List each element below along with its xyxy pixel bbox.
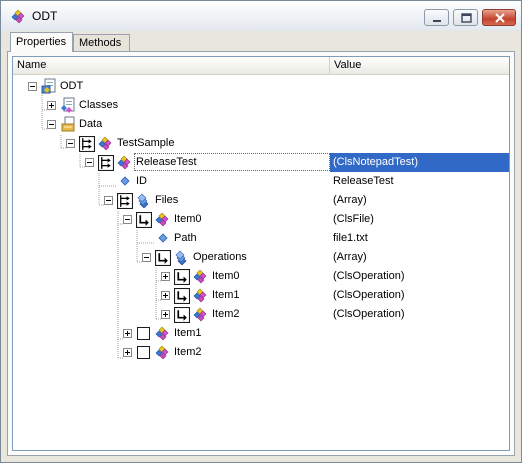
tree-node-label: Files (155, 194, 179, 206)
value-text[interactable]: file1.txt (333, 232, 368, 244)
expand-toggle[interactable] (47, 101, 56, 110)
maximize-button[interactable] (453, 9, 478, 26)
tree-node-label: Path (174, 232, 197, 244)
diamonds-icon (193, 288, 207, 303)
small-diamond-icon (158, 233, 168, 243)
tree-row-classes[interactable]: Classes (13, 96, 509, 115)
tree-node-label: Item0 (212, 270, 240, 282)
expand-toggle[interactable] (161, 272, 170, 281)
expand-toggle[interactable] (161, 291, 170, 300)
expand-toggle[interactable] (123, 348, 132, 357)
property-tree-grid[interactable]: Name Value ODT Classes Data TestSample R… (12, 56, 510, 451)
maximize-icon (461, 13, 472, 23)
tab-methods[interactable]: Methods (73, 34, 130, 51)
expand-toggle[interactable] (123, 329, 132, 338)
tree-node-label: ID (136, 175, 147, 187)
tree-row-path[interactable]: Path file1.txt (13, 229, 509, 248)
value-text[interactable]: (ClsOperation) (333, 270, 405, 282)
checkbox[interactable] (137, 327, 150, 340)
multi-arrow-box-icon[interactable] (98, 155, 114, 171)
stack-icon (137, 193, 149, 208)
arrow-box-icon[interactable] (174, 288, 190, 304)
tree-node-label: Item0 (174, 213, 202, 225)
data-folder-icon (61, 116, 75, 132)
tree-row-testsample[interactable]: TestSample (13, 134, 509, 153)
tree-node-label: Classes (79, 99, 119, 111)
tree-row-item0[interactable]: Item0 (ClsFile) (13, 210, 509, 229)
diamonds-icon (193, 269, 207, 284)
value-text[interactable]: (Array) (333, 251, 367, 263)
arrow-box-icon[interactable] (174, 269, 190, 285)
tree-row-files[interactable]: Files (Array) (13, 191, 509, 210)
diamonds-icon (155, 345, 169, 360)
tree-row-data[interactable]: Data (13, 115, 509, 134)
small-diamond-icon (120, 176, 130, 186)
collapse-toggle[interactable] (123, 215, 132, 224)
tree-row-operation-item1[interactable]: Item1 (ClsOperation) (13, 286, 509, 305)
close-button[interactable] (482, 9, 516, 26)
tree-row-operation-item2[interactable]: Item2 (ClsOperation) (13, 305, 509, 324)
multi-arrow-box-icon[interactable] (117, 193, 133, 209)
minimize-icon (433, 20, 441, 22)
odt-window: ODT Properties Methods Name Value ODT Cl… (0, 0, 522, 463)
window-title: ODT (32, 9, 58, 23)
tree-node-label: ReleaseTest (136, 156, 197, 168)
tree-node-label: TestSample (117, 137, 175, 149)
value-text[interactable]: ReleaseTest (333, 175, 394, 187)
tree-node-label: Item1 (212, 289, 240, 301)
tree-node-label: Item1 (174, 327, 202, 339)
multi-arrow-box-icon[interactable] (79, 136, 95, 152)
arrow-box-icon[interactable] (155, 250, 171, 266)
selected-value-cell[interactable]: (ClsNotepadTest) (330, 153, 509, 172)
value-text[interactable]: (ClsFile) (333, 213, 374, 225)
diamonds-icon (155, 212, 169, 227)
tree-node-label: Operations (193, 251, 247, 263)
tab-properties[interactable]: Properties (10, 32, 73, 52)
tree-row-operations[interactable]: Operations (Array) (13, 248, 509, 267)
tree-row-item2[interactable]: Item2 (13, 343, 509, 362)
value-text[interactable]: (ClsOperation) (333, 308, 405, 320)
properties-panel: Name Value ODT Classes Data TestSample R… (7, 51, 515, 456)
tree-node-label: ODT (60, 80, 84, 92)
diamonds-icon (11, 9, 25, 24)
tree-row-odt[interactable]: ODT (13, 77, 509, 96)
diamonds-icon (98, 136, 112, 151)
class-doc-icon (60, 97, 75, 113)
tree-row-id[interactable]: ID ReleaseTest (13, 172, 509, 191)
tree-node-label: Item2 (174, 346, 202, 358)
expand-toggle[interactable] (161, 310, 170, 319)
collapse-toggle[interactable] (85, 158, 94, 167)
config-icon (41, 78, 56, 94)
collapse-toggle[interactable] (142, 253, 151, 262)
collapse-toggle[interactable] (28, 82, 37, 91)
value-text: (ClsNotepadTest) (333, 156, 418, 168)
value-text[interactable]: (Array) (333, 194, 367, 206)
title-bar[interactable]: ODT (1, 1, 521, 31)
diamonds-icon (155, 326, 169, 341)
stack-icon (175, 250, 187, 265)
arrow-box-icon[interactable] (136, 212, 152, 228)
collapse-toggle[interactable] (66, 139, 75, 148)
value-text[interactable]: (ClsOperation) (333, 289, 405, 301)
diamonds-icon (193, 307, 207, 322)
tree-node-label: Item2 (212, 308, 240, 320)
tree-row-releasetest[interactable]: ReleaseTest (ClsNotepadTest) (13, 153, 509, 172)
diamonds-icon (117, 155, 131, 170)
tree-node-label: Data (79, 118, 103, 130)
arrow-box-icon[interactable] (174, 307, 190, 323)
checkbox[interactable] (137, 346, 150, 359)
tree-row-operation-item0[interactable]: Item0 (ClsOperation) (13, 267, 509, 286)
close-icon (495, 13, 505, 23)
collapse-toggle[interactable] (104, 196, 113, 205)
minimize-button[interactable] (424, 9, 449, 26)
tree-row-item1[interactable]: Item1 (13, 324, 509, 343)
collapse-toggle[interactable] (47, 120, 56, 129)
